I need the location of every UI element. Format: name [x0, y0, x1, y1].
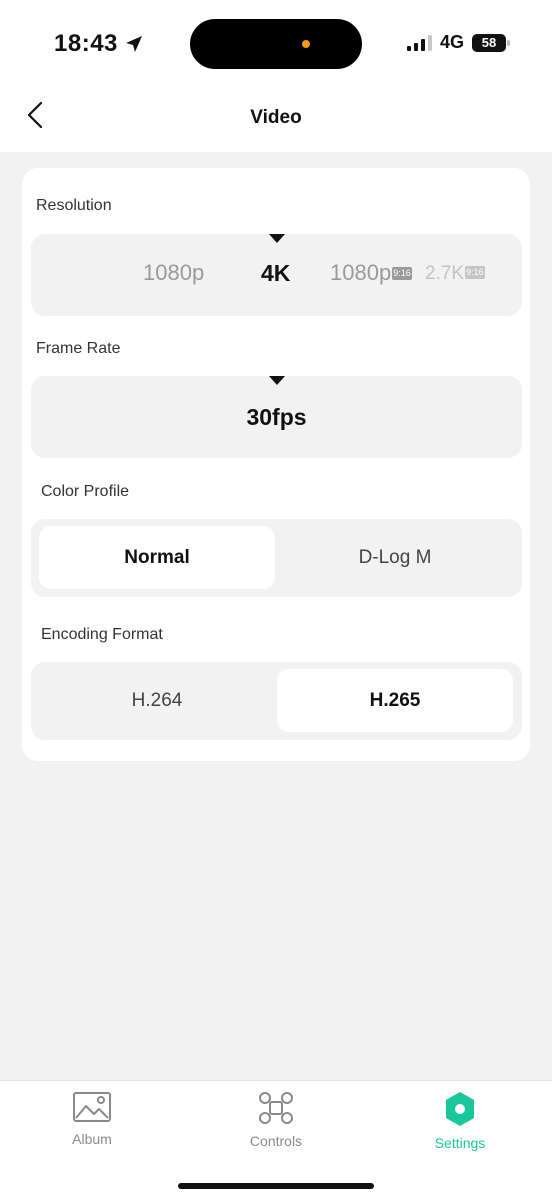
- status-bar: 18:43 4G 58: [0, 0, 552, 90]
- color-profile-normal-option[interactable]: Normal: [39, 526, 275, 589]
- network-type: 4G: [439, 32, 464, 52]
- resolution-option-2-7k-vertical[interactable]: 2.7K 9:16: [425, 263, 485, 285]
- nav-header: Video: [0, 90, 552, 152]
- frame-rate-label: Frame Rate: [36, 340, 121, 357]
- resolution-option-4k[interactable]: 4K: [261, 260, 290, 287]
- encoding-h264-option[interactable]: H.264: [39, 669, 275, 732]
- resolution-option-1080p[interactable]: 1080p: [143, 260, 204, 286]
- tab-settings-label: Settings: [434, 1135, 486, 1151]
- status-indicators: 4G 58: [406, 32, 510, 53]
- tab-bar: Album Controls Settings: [0, 1080, 552, 1200]
- location-arrow-icon: [125, 36, 142, 52]
- home-indicator: [178, 1183, 374, 1189]
- picker-pointer-icon: [269, 234, 285, 243]
- encoding-format-label: Encoding Format: [41, 626, 163, 643]
- battery-icon: 58: [472, 33, 510, 52]
- resolution-option-label: 1080p: [330, 260, 392, 285]
- color-profile-label: Color Profile: [41, 483, 130, 500]
- tab-controls-label: Controls: [249, 1133, 303, 1149]
- resolution-option-1080p-vertical[interactable]: 1080p 9:16: [330, 260, 412, 286]
- color-profile-segmented-control: Normal D-Log M: [31, 519, 522, 597]
- resolution-picker[interactable]: 1080p 4K 1080p 9:16 2.7K 9:16: [31, 234, 522, 316]
- frame-rate-value[interactable]: 30fps: [31, 404, 522, 431]
- status-time: 18:43: [54, 30, 144, 58]
- resolution-option-label: 2.7K: [425, 263, 465, 284]
- album-icon: [73, 1092, 111, 1122]
- vertical-tag: 9:16: [465, 266, 485, 279]
- cellular-signal-icon: [406, 34, 432, 51]
- color-profile-dlog-option[interactable]: D-Log M: [277, 526, 513, 589]
- tab-controls[interactable]: Controls: [216, 1091, 336, 1149]
- tab-album[interactable]: Album: [32, 1091, 152, 1147]
- battery-level: 58: [481, 35, 497, 50]
- privacy-indicator: [302, 40, 310, 48]
- encoding-h265-option[interactable]: H.265: [277, 669, 513, 732]
- tab-album-label: Album: [72, 1131, 112, 1147]
- dynamic-island: [190, 19, 362, 69]
- status-time-text: 18:43: [54, 30, 118, 57]
- video-settings-card: Resolution 1080p 4K 1080p 9:16 2.7K 9:16 F…: [22, 168, 530, 761]
- encoding-format-segmented-control: H.264 H.265: [31, 662, 522, 740]
- resolution-label: Resolution: [36, 197, 112, 214]
- page-title: Video: [250, 107, 302, 128]
- tab-settings[interactable]: Settings: [400, 1091, 520, 1151]
- frame-rate-picker[interactable]: 30fps: [31, 376, 522, 458]
- vertical-tag: 9:16: [392, 267, 412, 280]
- settings-icon: [446, 1092, 474, 1126]
- picker-pointer-icon: [269, 376, 285, 385]
- controls-icon: [259, 1092, 293, 1124]
